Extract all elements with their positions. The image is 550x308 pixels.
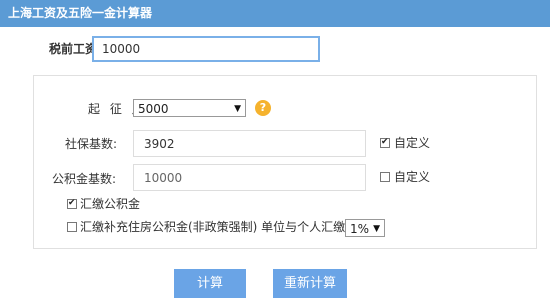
title-bar: 上海工资及五险一金计算器 — [0, 0, 550, 27]
threshold-select-value: 5000 — [138, 102, 169, 116]
social-base-custom-checkbox[interactable] — [380, 136, 390, 148]
social-base-input[interactable] — [133, 130, 366, 157]
social-base-custom-label[interactable]: 自定义 — [394, 136, 430, 150]
page-title: 上海工资及五险一金计算器 — [8, 6, 153, 20]
fund-base-label: 公积金基数: — [52, 172, 117, 186]
fund-base-custom-label[interactable]: 自定义 — [394, 170, 430, 184]
calculate-button[interactable]: 计算 — [174, 269, 246, 298]
dropdown-arrow-icon: ▼ — [234, 104, 241, 114]
recalculate-button[interactable]: 重新计算 — [273, 269, 347, 298]
fund-base-input[interactable] — [133, 164, 366, 191]
supplementary-fund-label[interactable]: 汇缴补充住房公积金(非政策强制) 单位与个人汇缴比例: — [80, 220, 373, 234]
contribution-ratio-select[interactable]: 1% ▼ — [345, 219, 385, 237]
help-icon[interactable]: ? — [255, 100, 271, 116]
supplementary-fund-checkbox[interactable] — [67, 222, 77, 232]
pay-fund-label[interactable]: 汇缴公积金 — [80, 197, 140, 211]
pay-fund-checkbox[interactable] — [67, 197, 77, 209]
social-base-label: 社保基数: — [65, 137, 118, 151]
contribution-ratio-value: 1% — [350, 222, 370, 236]
dropdown-arrow-icon: ▼ — [373, 224, 380, 234]
threshold-select[interactable]: 5000 ▼ — [133, 99, 246, 117]
fund-base-custom-checkbox[interactable] — [380, 172, 390, 182]
salary-input[interactable] — [92, 36, 320, 62]
